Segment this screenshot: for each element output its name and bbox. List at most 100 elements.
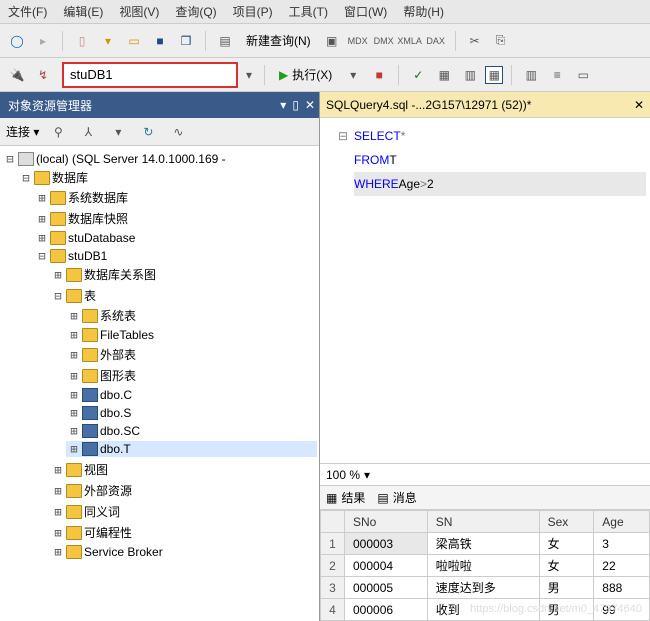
expand-icon[interactable]: ⊞	[52, 268, 64, 282]
results-grid-icon[interactable]: ▦	[485, 66, 503, 84]
tree-diagrams[interactable]: ⊞数据库关系图	[50, 265, 317, 284]
menu-file[interactable]: 文件(F)	[8, 3, 47, 20]
filter-icon[interactable]: ▾	[107, 121, 129, 143]
zoom-value[interactable]: 100 %	[326, 468, 360, 482]
mdx-icon[interactable]: MDX	[347, 30, 369, 52]
refresh-icon[interactable]: ↻	[137, 121, 159, 143]
tree-tables[interactable]: ⊟表	[50, 286, 317, 305]
tree-databases[interactable]: ⊟ 数据库	[18, 168, 317, 187]
messages-tab[interactable]: ▤消息	[377, 489, 416, 506]
database-selector-dropdown-icon[interactable]: ▾	[242, 68, 256, 82]
tree-systables[interactable]: ⊞系统表	[66, 306, 317, 325]
tab-close-icon[interactable]: ✕	[634, 98, 644, 112]
results-grid[interactable]: SNo SN Sex Age 1000003梁高铁女3 2000004啦啦啦女2…	[320, 509, 650, 621]
col-age[interactable]: Age	[594, 511, 650, 533]
panel-close-icon[interactable]: ✕	[305, 98, 315, 112]
grid-row[interactable]: 2000004啦啦啦女22	[321, 555, 650, 577]
tree-synonyms[interactable]: ⊞同义词	[50, 502, 317, 521]
nav-back-icon[interactable]: ◯	[6, 30, 28, 52]
connect-plug-icon[interactable]: ⚲	[47, 121, 69, 143]
expand-icon[interactable]: ⊞	[68, 442, 80, 456]
tree-programmability[interactable]: ⊞可编程性	[50, 523, 317, 542]
xmla-icon[interactable]: XMLA	[399, 30, 421, 52]
saveall-icon[interactable]: ❒	[175, 30, 197, 52]
grid-row[interactable]: 4000006收到男99	[321, 599, 650, 621]
save-icon[interactable]: ■	[149, 30, 171, 52]
connect-y-icon[interactable]: ⅄	[77, 121, 99, 143]
tree-graphtables[interactable]: ⊞图形表	[66, 366, 317, 385]
tree-dbo-c[interactable]: ⊞dbo.C	[66, 387, 317, 403]
tree-studb1[interactable]: ⊟stuDB1	[34, 248, 317, 264]
script-icon[interactable]: ▤	[214, 30, 236, 52]
tree-exttables[interactable]: ⊞外部表	[66, 345, 317, 364]
expand-icon[interactable]: ⊞	[52, 526, 64, 540]
collapse-icon[interactable]: ⊟	[52, 289, 64, 303]
disconnect-icon[interactable]: ↯	[32, 64, 54, 86]
menu-window[interactable]: 窗口(W)	[344, 3, 387, 20]
menu-help[interactable]: 帮助(H)	[403, 3, 444, 20]
menu-view[interactable]: 视图(V)	[119, 3, 159, 20]
expand-icon[interactable]: ⊞	[68, 388, 80, 402]
expand-icon[interactable]: ⊞	[52, 545, 64, 559]
panel-dropdown-icon[interactable]: ▾	[280, 98, 286, 112]
collapse-icon[interactable]: ⊟	[4, 152, 16, 166]
tree-dbo-t[interactable]: ⊞dbo.T	[66, 441, 317, 457]
col-sex[interactable]: Sex	[539, 511, 594, 533]
menu-edit[interactable]: 编辑(E)	[63, 3, 103, 20]
expand-icon[interactable]: ⊞	[36, 191, 48, 205]
expand-icon[interactable]: ⊞	[68, 328, 80, 342]
tree-dbo-sc[interactable]: ⊞dbo.SC	[66, 423, 317, 439]
expand-icon[interactable]: ⊞	[52, 484, 64, 498]
grid-row[interactable]: 3000005速度达到多男888	[321, 577, 650, 599]
connect-dropdown[interactable]: 连接 ▾	[6, 123, 39, 140]
tree-extres[interactable]: ⊞外部资源	[50, 481, 317, 500]
database-selector[interactable]	[62, 62, 238, 88]
sql-editor[interactable]: ⊟SELECT * FROM T WHERE Age>2	[320, 118, 650, 463]
col-sno[interactable]: SNo	[345, 511, 428, 533]
fold-icon[interactable]: ⊟	[324, 124, 354, 148]
tree-sysdb[interactable]: ⊞系统数据库	[34, 188, 317, 207]
database-selector-input[interactable]	[70, 67, 230, 82]
editor-tab[interactable]: SQLQuery4.sql -...2G157\12971 (52))*	[326, 98, 531, 112]
zoom-dropdown-icon[interactable]: ▾	[364, 468, 370, 482]
new-query-button[interactable]: 新建查询(N)	[240, 30, 317, 51]
nav-fwd-icon[interactable]: ▸	[32, 30, 54, 52]
connect-icon[interactable]: 🔌	[6, 64, 28, 86]
tree-filetables[interactable]: ⊞FileTables	[66, 327, 317, 343]
expand-icon[interactable]: ⊞	[52, 505, 64, 519]
expand-icon[interactable]: ⊞	[68, 348, 80, 362]
col-sn[interactable]: SN	[427, 511, 539, 533]
parse-icon[interactable]: ✓	[407, 64, 429, 86]
menu-tools[interactable]: 工具(T)	[289, 3, 328, 20]
activity-icon[interactable]: ∿	[167, 121, 189, 143]
expand-icon[interactable]: ⊞	[68, 424, 80, 438]
menu-project[interactable]: 项目(P)	[233, 3, 273, 20]
debug-icon[interactable]: ▾	[342, 64, 364, 86]
results-tab[interactable]: ▦结果	[326, 489, 365, 506]
object-tree[interactable]: ⊟ (local) (SQL Server 14.0.1000.169 - ⊟ …	[0, 146, 319, 621]
dmx-icon[interactable]: DMX	[373, 30, 395, 52]
expand-icon[interactable]: ⊞	[68, 406, 80, 420]
window-icon[interactable]: ▭	[572, 64, 594, 86]
expand-icon[interactable]: ⊞	[68, 309, 80, 323]
grid-row[interactable]: 1000003梁高铁女3	[321, 533, 650, 555]
expand-icon[interactable]: ⊞	[36, 212, 48, 226]
panel-pin-icon[interactable]: ▯	[292, 98, 299, 112]
stop-icon[interactable]: ■	[368, 64, 390, 86]
tree-dbo-s[interactable]: ⊞dbo.S	[66, 405, 317, 421]
db-icon[interactable]: ▣	[321, 30, 343, 52]
collapse-icon[interactable]: ⊟	[36, 249, 48, 263]
expand-icon[interactable]: ⊞	[52, 463, 64, 477]
open-icon[interactable]: ▾	[97, 30, 119, 52]
collapse-icon[interactable]: ⊟	[20, 171, 32, 185]
execute-button[interactable]: ▶ 执行(X)	[273, 64, 338, 85]
cut-icon[interactable]: ✂	[464, 30, 486, 52]
expand-icon[interactable]: ⊞	[68, 369, 80, 383]
indent-icon[interactable]: ≡	[546, 64, 568, 86]
copy-icon[interactable]: ⎘	[490, 30, 512, 52]
tree-service-broker[interactable]: ⊞Service Broker	[50, 544, 317, 560]
tree-views[interactable]: ⊞视图	[50, 460, 317, 479]
menu-query[interactable]: 查询(Q)	[175, 3, 216, 20]
plan-icon[interactable]: ▦	[433, 64, 455, 86]
options-icon[interactable]: ▥	[520, 64, 542, 86]
